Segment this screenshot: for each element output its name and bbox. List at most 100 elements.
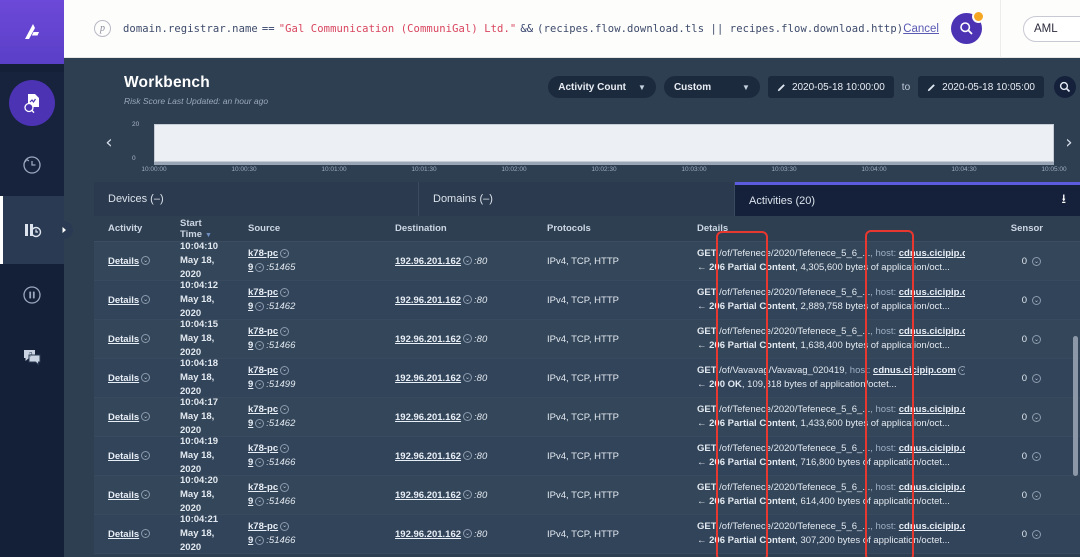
range-select[interactable]: Custom ▼: [664, 76, 760, 98]
host-link[interactable]: cdnus.cicipip.com: [899, 482, 965, 493]
expand-chevron-icon[interactable]: ⌄: [141, 412, 150, 421]
sidebar-item-history[interactable]: [0, 134, 64, 196]
details-link[interactable]: Details: [108, 451, 139, 462]
destination-ip-link[interactable]: 192.96.201.162: [395, 256, 461, 267]
source-ip-link[interactable]: 9: [248, 262, 253, 273]
source-ip-link[interactable]: 9: [248, 379, 253, 390]
details-link[interactable]: Details: [108, 334, 139, 345]
expand-chevron-icon[interactable]: ⌄: [1032, 257, 1041, 266]
source-ip-link[interactable]: 9: [248, 457, 253, 468]
date-from-input[interactable]: 2020-05-18 10:00:00: [768, 76, 894, 98]
expand-chevron-icon[interactable]: ⌄: [141, 373, 150, 382]
table-row[interactable]: Details⌄10:04:20May 18, 2020k78-pc⌄9⌄:51…: [94, 476, 1080, 515]
expand-chevron-icon[interactable]: ⌄: [255, 380, 264, 389]
query-expression[interactable]: domain.registrar.name=="Gal Communicatio…: [123, 23, 903, 35]
metric-select[interactable]: Activity Count ▼: [548, 76, 656, 98]
destination-ip-link[interactable]: 192.96.201.162: [395, 295, 461, 306]
host-link[interactable]: cdnus.cicipip.com: [899, 248, 965, 259]
source-host-link[interactable]: k78-pc: [248, 248, 278, 259]
expand-chevron-icon[interactable]: ⌄: [280, 288, 289, 297]
expand-chevron-icon[interactable]: ⌄: [141, 295, 150, 304]
table-row[interactable]: Details⌄10:04:17May 18, 2020k78-pc⌄9⌄:51…: [94, 398, 1080, 437]
col-details[interactable]: Details: [691, 223, 971, 234]
col-sensor[interactable]: Sensor: [971, 223, 1065, 234]
expand-chevron-icon[interactable]: ⌄: [463, 295, 472, 304]
host-link[interactable]: cdnus.cicipip.com: [899, 287, 965, 298]
tab-activities[interactable]: Activities (20) ⭳: [735, 182, 1080, 216]
source-host-link[interactable]: k78-pc: [248, 482, 278, 493]
expand-chevron-icon[interactable]: ⌄: [463, 334, 472, 343]
destination-ip-link[interactable]: 192.96.201.162: [395, 412, 461, 423]
source-ip-link[interactable]: 9: [248, 535, 253, 546]
destination-ip-link[interactable]: 192.96.201.162: [395, 373, 461, 384]
expand-chevron-icon[interactable]: ⌄: [141, 490, 150, 499]
expand-chevron-icon[interactable]: ⌄: [1032, 374, 1041, 383]
expand-chevron-icon[interactable]: ⌄: [280, 366, 289, 375]
source-ip-link[interactable]: 9: [248, 418, 253, 429]
expand-chevron-icon[interactable]: ⌄: [280, 249, 289, 258]
table-row[interactable]: Details⌄10:04:10May 18, 2020k78-pc⌄9⌄:51…: [94, 242, 1080, 281]
expand-chevron-icon[interactable]: ⌄: [463, 451, 472, 460]
table-row[interactable]: Details⌄10:04:15May 18, 2020k78-pc⌄9⌄:51…: [94, 320, 1080, 359]
expand-chevron-icon[interactable]: ⌄: [141, 334, 150, 343]
expand-chevron-icon[interactable]: ⌄: [1032, 452, 1041, 461]
host-link[interactable]: cdnus.cicipip.com: [899, 326, 965, 337]
sidebar-item-workbench[interactable]: [0, 196, 64, 264]
col-start-time[interactable]: Start Time▼: [174, 218, 242, 240]
tab-domains[interactable]: Domains (–): [419, 182, 735, 216]
host-link[interactable]: cdnus.cicipip.com: [899, 521, 965, 532]
table-row[interactable]: Details⌄10:04:12May 18, 2020k78-pc⌄9⌄:51…: [94, 281, 1080, 320]
col-destination[interactable]: Destination: [389, 223, 541, 234]
host-link[interactable]: cdnus.cicipip.com: [899, 404, 965, 415]
expand-chevron-icon[interactable]: ⌄: [255, 263, 264, 272]
expand-chevron-icon[interactable]: ⌄: [463, 490, 472, 499]
details-link[interactable]: Details: [108, 490, 139, 501]
table-scrollbar[interactable]: [1073, 216, 1078, 557]
profile-select[interactable]: AML ▼: [1023, 16, 1080, 42]
cancel-button[interactable]: Cancel: [903, 23, 939, 35]
expand-chevron-icon[interactable]: ⌄: [463, 529, 472, 538]
date-to-input[interactable]: 2020-05-18 10:05:00: [918, 76, 1044, 98]
source-ip-link[interactable]: 9: [248, 496, 253, 507]
timeline-next-button[interactable]: ›: [1060, 132, 1078, 156]
expand-chevron-icon[interactable]: ⌄: [463, 256, 472, 265]
expand-chevron-icon[interactable]: ⌄: [1032, 530, 1041, 539]
details-link[interactable]: Details: [108, 373, 139, 384]
timeline-prev-button[interactable]: ‹: [100, 132, 118, 156]
scrollbar-thumb[interactable]: [1073, 336, 1078, 476]
source-host-link[interactable]: k78-pc: [248, 287, 278, 298]
source-host-link[interactable]: k78-pc: [248, 521, 278, 532]
run-query-button[interactable]: [951, 13, 982, 44]
source-host-link[interactable]: k78-pc: [248, 365, 278, 376]
table-row[interactable]: Details⌄10:04:21May 18, 2020k78-pc⌄9⌄:51…: [94, 515, 1080, 554]
rail-expand-button[interactable]: [55, 221, 73, 239]
host-link[interactable]: cdnus.cicipip.com: [899, 443, 965, 454]
details-link[interactable]: Details: [108, 412, 139, 423]
expand-chevron-icon[interactable]: ⌄: [141, 529, 150, 538]
expand-chevron-icon[interactable]: ⌄: [463, 373, 472, 382]
app-logo[interactable]: [0, 0, 64, 64]
expand-chevron-icon[interactable]: ⌄: [280, 444, 289, 453]
expand-chevron-icon[interactable]: ⌄: [1032, 413, 1041, 422]
expand-chevron-icon[interactable]: ⌄: [280, 522, 289, 531]
expand-chevron-icon[interactable]: ⌄: [255, 497, 264, 506]
expand-chevron-icon[interactable]: ⌄: [1032, 335, 1041, 344]
details-link[interactable]: Details: [108, 529, 139, 540]
expand-chevron-icon[interactable]: ⌄: [255, 341, 264, 350]
expand-chevron-icon[interactable]: ⌄: [1032, 491, 1041, 500]
sidebar-item-pause[interactable]: [0, 264, 64, 326]
download-icon[interactable]: ⭳: [1061, 190, 1066, 212]
col-activity[interactable]: Activity: [94, 223, 174, 234]
destination-ip-link[interactable]: 192.96.201.162: [395, 490, 461, 501]
table-row[interactable]: Details⌄10:04:18May 18, 2020k78-pc⌄9⌄:51…: [94, 359, 1080, 398]
tab-devices[interactable]: Devices (–): [94, 182, 419, 216]
source-host-link[interactable]: k78-pc: [248, 404, 278, 415]
expand-chevron-icon[interactable]: ⌄: [280, 405, 289, 414]
expand-chevron-icon[interactable]: ⌄: [463, 412, 472, 421]
expand-chevron-icon[interactable]: ⌄: [1032, 296, 1041, 305]
sidebar-item-messages[interactable]: ?: [0, 326, 64, 388]
source-host-link[interactable]: k78-pc: [248, 326, 278, 337]
table-row[interactable]: Details⌄10:04:19May 18, 2020k78-pc⌄9⌄:51…: [94, 437, 1080, 476]
source-host-link[interactable]: k78-pc: [248, 443, 278, 454]
col-source[interactable]: Source: [242, 223, 389, 234]
